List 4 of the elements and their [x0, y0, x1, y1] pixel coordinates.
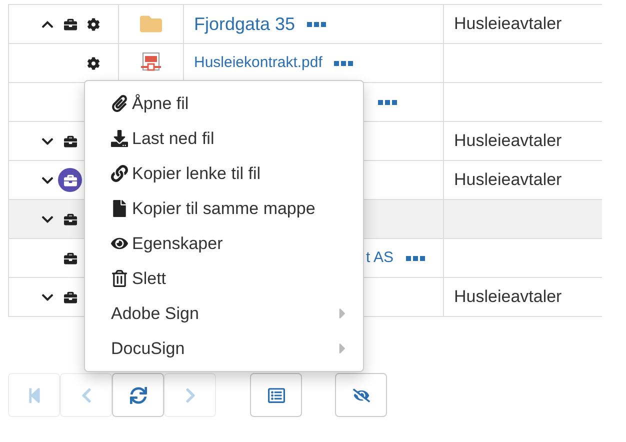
category-text: Husleieavtaler	[454, 130, 562, 152]
category-text: Husleieavtaler	[454, 286, 562, 308]
category-text: Husleieavtaler	[454, 13, 562, 36]
category-text: Husleieavtaler	[454, 169, 562, 192]
